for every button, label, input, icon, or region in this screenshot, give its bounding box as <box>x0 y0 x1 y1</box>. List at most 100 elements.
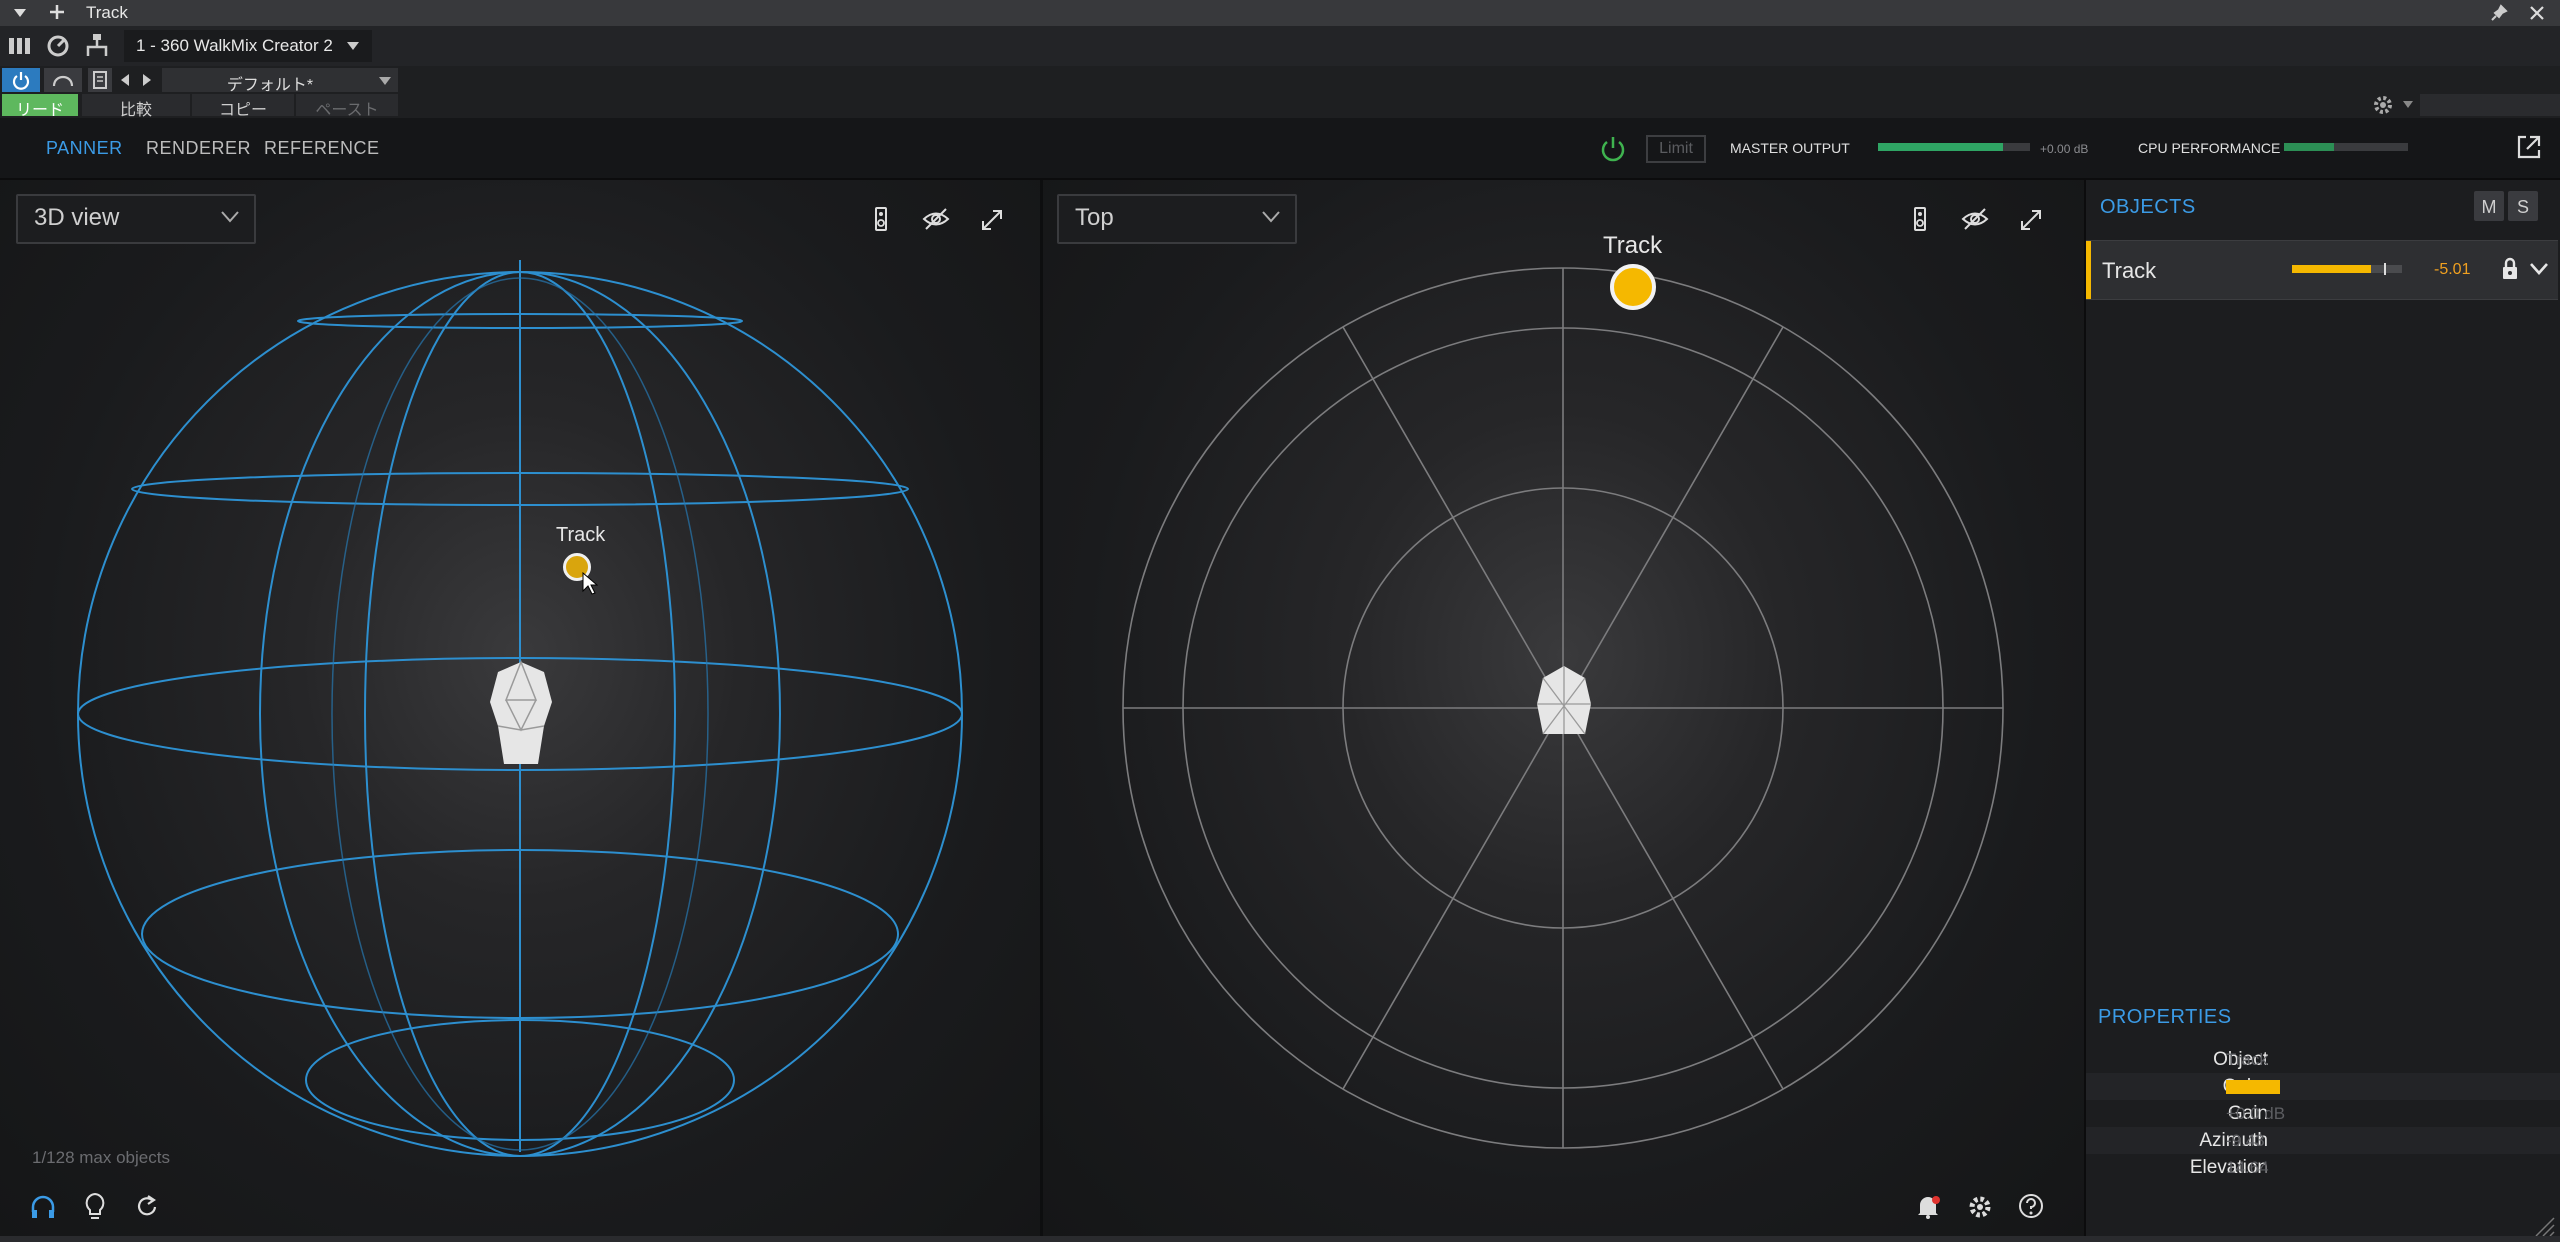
expand-icon[interactable] <box>2019 208 2043 232</box>
cpu-meter-fill <box>2284 143 2334 151</box>
property-row-object: Object <box>2086 1046 2560 1073</box>
property-row-elevation: Elevation <box>2086 1154 2560 1181</box>
object-label: Track <box>1603 232 1663 259</box>
dial-icon[interactable] <box>46 34 70 58</box>
window-title-bar: Track <box>0 0 2560 26</box>
object-label: Track <box>556 524 606 546</box>
read-button[interactable]: リード <box>2 94 78 119</box>
object-color-strip <box>2086 241 2091 299</box>
view-mode-dropdown[interactable]: Top <box>1057 194 1297 244</box>
paste-button[interactable]: ペースト <box>296 94 398 119</box>
chevron-down-icon <box>221 211 239 223</box>
preset-slot-label: 1 - 360 WalkMix Creator 2 <box>136 36 333 55</box>
prev-icon[interactable] <box>118 73 132 87</box>
lock-icon[interactable] <box>2500 257 2520 281</box>
cpu-meter <box>2284 143 2408 151</box>
tab-panner[interactable]: PANNER <box>46 138 123 159</box>
paste-label: ペースト <box>315 102 379 119</box>
next-icon[interactable] <box>140 73 154 87</box>
property-value-elevation[interactable]: 14.64 <box>2226 1158 2269 1178</box>
object-name: Track <box>2102 258 2157 283</box>
top-view-panel[interactable]: Track Top <box>1043 180 2084 1236</box>
copy-button[interactable]: コピー <box>192 94 294 119</box>
properties-title: PROPERTIES <box>2098 1006 2232 1028</box>
dropdown-arrow-icon <box>347 42 359 50</box>
gear-icon[interactable] <box>2372 94 2394 116</box>
solo-button[interactable]: S <box>2508 191 2538 221</box>
solo-label: S <box>2516 197 2529 217</box>
host-status-field <box>2420 94 2560 116</box>
property-value-azimuth[interactable]: -9.43 <box>2226 1131 2265 1151</box>
tab-renderer[interactable]: RENDERER <box>146 138 251 159</box>
hide-icon[interactable] <box>1961 206 1989 232</box>
property-value-object[interactable]: Track <box>2226 1050 2268 1070</box>
close-icon[interactable] <box>2528 4 2546 22</box>
popout-icon[interactable] <box>2516 134 2542 160</box>
lightbulb-icon[interactable] <box>82 1192 108 1222</box>
object-level-value: -5.01 <box>2434 261 2471 278</box>
cpu-performance-label: CPU PERFORMANCE <box>2138 140 2281 156</box>
view-mode-label: Top <box>1075 204 1114 231</box>
dropdown-arrow-icon <box>379 77 391 85</box>
grid-icon[interactable] <box>8 35 32 57</box>
object-row[interactable]: Track -5.01 <box>2086 240 2558 300</box>
reset-icon[interactable] <box>134 1194 160 1220</box>
listener-head <box>490 660 552 764</box>
bypass-button[interactable] <box>44 68 82 92</box>
add-icon[interactable] <box>48 3 66 21</box>
chevron-down-icon[interactable] <box>2528 261 2550 277</box>
routing-icon[interactable] <box>84 32 110 60</box>
power-icon[interactable] <box>1600 134 1626 162</box>
view-mode-dropdown[interactable]: 3D view <box>16 194 256 244</box>
gear-icon[interactable] <box>1967 1194 1993 1220</box>
read-label: リード <box>15 102 64 119</box>
window-title: Track <box>86 3 128 22</box>
object-level-handle[interactable] <box>2384 263 2386 275</box>
expand-icon[interactable] <box>980 208 1004 232</box>
mute-button[interactable]: M <box>2474 191 2504 221</box>
tab-reference[interactable]: REFERENCE <box>264 138 380 159</box>
master-output-value: +0.00 dB <box>2040 142 2089 156</box>
3d-view-panel[interactable]: Track 3D view 1/128 max objects <box>0 180 1040 1236</box>
limit-button[interactable]: Limit <box>1646 135 1706 163</box>
property-row-azimuth: Azimuth <box>2086 1127 2560 1154</box>
compare-button[interactable]: 比較 <box>82 94 190 119</box>
bypass-icon <box>52 75 74 87</box>
mute-label: M <box>2481 197 2497 217</box>
objects-title: OBJECTS <box>2100 196 2196 218</box>
power-button[interactable] <box>2 68 40 92</box>
master-output-label: MASTER OUTPUT <box>1730 140 1850 156</box>
host-toolbar: 1 - 360 WalkMix Creator 2 <box>0 26 2560 66</box>
chevron-down-icon <box>1262 211 1280 223</box>
power-icon <box>12 72 30 90</box>
headphones-icon[interactable] <box>30 1194 56 1220</box>
property-row-gain: Gain <box>2086 1100 2560 1127</box>
property-row-color: Color <box>2086 1073 2560 1100</box>
view-mode-label: 3D view <box>34 204 120 231</box>
mouse-cursor-icon <box>582 572 598 595</box>
property-value-gain[interactable]: +0.0 dB <box>2226 1104 2285 1124</box>
preset-selector[interactable]: デフォルト* <box>162 68 398 94</box>
listener-head <box>1537 666 1591 735</box>
master-output-meter-fill <box>1878 143 2003 151</box>
hide-icon[interactable] <box>922 206 950 232</box>
preset-slot-selector[interactable]: 1 - 360 WalkMix Creator 2 <box>124 30 372 62</box>
notification-icon[interactable] <box>1915 1194 1941 1220</box>
object-level-meter-fill <box>2292 265 2372 273</box>
dropdown-arrow-icon[interactable] <box>2402 100 2414 110</box>
speaker-icon[interactable] <box>1907 206 1933 232</box>
copy-label: コピー <box>218 102 267 119</box>
dropdown-arrow-icon[interactable] <box>12 6 28 20</box>
speaker-icon[interactable] <box>868 206 894 232</box>
clipboard-icon <box>93 71 107 89</box>
object-level-meter[interactable] <box>2292 263 2402 275</box>
resize-grip-icon[interactable] <box>2530 1212 2556 1238</box>
object-marker[interactable] <box>1610 264 1656 310</box>
help-icon[interactable] <box>2017 1192 2045 1220</box>
clipboard-button[interactable] <box>88 68 112 92</box>
preset-name: デフォルト* <box>226 77 314 94</box>
host-preset-bar: デフォルト* リード 比較 コピー ペースト <box>0 66 2560 119</box>
compare-label: 比較 <box>119 102 152 119</box>
property-color-swatch[interactable] <box>2226 1080 2280 1094</box>
pin-icon[interactable] <box>2490 4 2508 22</box>
